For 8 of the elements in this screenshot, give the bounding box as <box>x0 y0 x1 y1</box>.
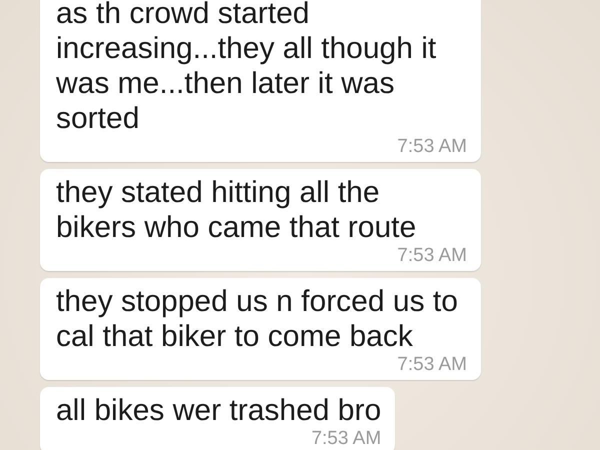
message-time: 7:53 AM <box>397 245 467 267</box>
message-time: 7:53 AM <box>311 428 382 450</box>
message-text: they stated hitting all the bikers who came that route <box>56 175 418 245</box>
message-time: 7:53 AM <box>397 136 467 158</box>
message-text: all bikes wer trashed bro <box>56 393 382 428</box>
message-time: 7:53 AM <box>397 354 467 376</box>
message-text: as th crowd started increasing...they all though it was me...then later it was sorted <box>56 0 438 136</box>
message-text: they stopped us n forced us to cal that biker to come back <box>56 284 459 354</box>
